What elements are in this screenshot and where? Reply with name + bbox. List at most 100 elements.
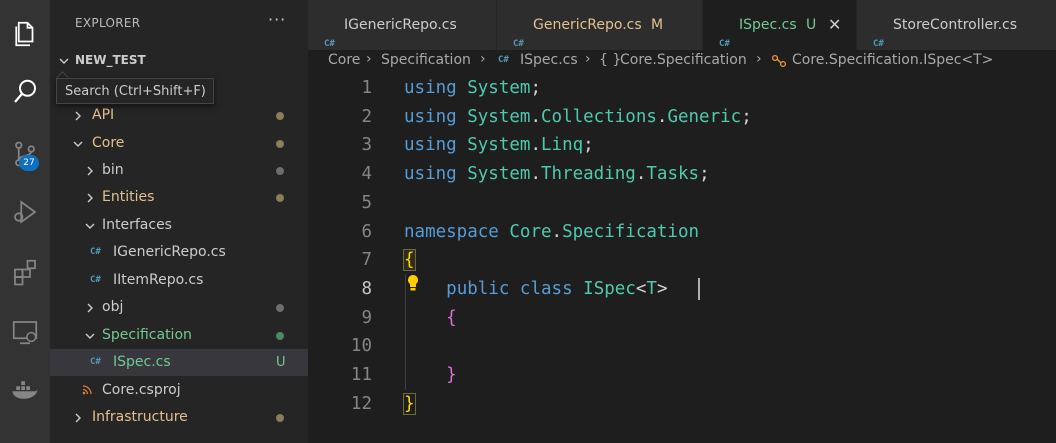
chevron-right-icon [75, 111, 81, 121]
source-control-badge: 27 [19, 155, 39, 171]
code-line: } [446, 365, 457, 385]
search-tooltip: Search (Ctrl+Shift+F) [56, 78, 214, 104]
tree-item-api[interactable]: API [50, 102, 308, 129]
chevron-down-icon [85, 333, 95, 339]
tree-item-specification[interactable]: Specification [50, 322, 308, 349]
csharp-file-icon: C# [90, 247, 101, 257]
tree-item-obj[interactable]: obj [50, 294, 308, 321]
tree-item-interfaces[interactable]: Interfaces [50, 212, 308, 239]
modified-status: M [651, 17, 664, 33]
ignored-dot [276, 304, 284, 312]
line-number: 6 [361, 221, 372, 242]
untracked-dot [276, 332, 284, 340]
breadcrumb-item[interactable]: ISpec.cs [520, 52, 578, 68]
code-line: using System.Threading.Tasks; [404, 164, 710, 185]
tab-label: GenericRepo.cs [533, 17, 642, 33]
code-editor[interactable]: 1 2 3 4 5 6 7 8 9 10 11 12 using System;… [308, 74, 1056, 443]
chevron-down-icon [59, 58, 69, 64]
tree-item-core[interactable]: Core [50, 130, 308, 157]
line-number: 1 [361, 78, 372, 98]
tab-igenericrepo[interactable]: C# IGenericRepo.cs [308, 0, 496, 50]
tab-label: StoreController.cs [893, 17, 1018, 33]
source-control-icon[interactable]: 27 [0, 130, 50, 178]
line-number: 5 [361, 192, 372, 213]
tree-item-label: IItemRepo.cs [113, 272, 204, 288]
workspace-root[interactable]: NEW_TEST [50, 47, 308, 74]
tree-item-entities[interactable]: Entities [50, 184, 308, 211]
tree-item-bin[interactable]: bin [50, 157, 308, 184]
tree-item-label: ISpec.cs [113, 354, 171, 370]
untracked-status: U [806, 17, 817, 33]
activity-bar: 27 [0, 0, 50, 443]
code-line-current: public class ISpec<T> [446, 278, 668, 299]
tree-item-label: Interfaces [102, 217, 172, 233]
lightbulb-icon[interactable] [406, 274, 420, 292]
tree-item-label: IGenericRepo.cs [113, 244, 226, 260]
chevron-right-icon: › [366, 51, 372, 67]
search-icon[interactable] [0, 68, 50, 116]
tree-item-label: Infrastructure [92, 409, 188, 425]
tree-item-label: Specification [102, 327, 192, 343]
tab-genericrepo[interactable]: C# GenericRepo.cs M [497, 0, 702, 50]
more-actions-button[interactable]: ··· [268, 10, 286, 29]
tree-item-label: Entities [102, 189, 155, 205]
chevron-right-icon [87, 166, 93, 176]
tree-item-label: bin [102, 162, 124, 178]
chevron-right-icon [87, 193, 93, 203]
tree-item-label: API [92, 107, 115, 123]
chevron-right-icon: › [756, 51, 762, 67]
code-line: namespace Core.Specification [404, 221, 700, 242]
class-icon [771, 54, 787, 68]
tree-item-igenericrepo[interactable]: C# IGenericRepo.cs [50, 239, 308, 266]
line-number: 10 [350, 336, 372, 357]
tab-bar: C# IGenericRepo.cs C# GenericRepo.cs M C… [308, 0, 1056, 50]
code-line: { [446, 307, 457, 328]
breadcrumb-item[interactable]: Core.Specification [620, 52, 747, 68]
code-line: using System.Collections.Generic; [404, 106, 752, 127]
close-icon[interactable]: ✕ [828, 0, 841, 50]
docker-icon[interactable] [0, 366, 50, 414]
namespace-icon: { } [599, 52, 622, 68]
untracked-status: U [276, 355, 286, 370]
line-number: 2 [361, 106, 372, 127]
tab-storecontroller[interactable]: C# StoreController.cs [857, 0, 1056, 50]
chevron-right-icon [75, 413, 81, 423]
tree-item-core-csproj[interactable]: Core.csproj [50, 377, 308, 404]
tab-label: ISpec.cs [739, 17, 797, 33]
tree-item-label: obj [102, 299, 124, 315]
explorer-icon[interactable] [0, 10, 50, 58]
extensions-icon[interactable] [0, 248, 50, 296]
line-number: 4 [361, 164, 372, 185]
tree-item-ispec[interactable]: C# ISpec.cs U [50, 349, 308, 376]
chevron-down-icon [85, 223, 95, 229]
run-debug-icon[interactable] [0, 188, 50, 236]
rss-file-icon [82, 385, 92, 395]
csharp-file-icon: C# [498, 55, 509, 65]
chevron-right-icon: › [585, 51, 591, 67]
line-number: 3 [361, 135, 372, 156]
breadcrumb-item[interactable]: Specification [381, 52, 471, 68]
ignored-dot [276, 167, 284, 175]
workspace-root-label: NEW_TEST [75, 53, 146, 67]
tree-item-iitemrepo[interactable]: C# IItemRepo.cs [50, 267, 308, 294]
breadcrumb: Core › Specification › C# ISpec.cs › { }… [308, 50, 1056, 72]
code-line: using System; [404, 78, 541, 98]
line-number: 7 [361, 250, 372, 271]
line-number: 11 [350, 365, 372, 385]
line-number-current: 8 [361, 278, 372, 299]
csharp-file-icon: C# [90, 357, 101, 367]
modified-dot [276, 194, 284, 202]
breadcrumb-item[interactable]: Core [328, 52, 360, 68]
code-line: using System.Linq; [404, 135, 594, 156]
tab-ispec[interactable]: C# ISpec.cs U ✕ [703, 0, 856, 50]
chevron-right-icon [87, 303, 93, 313]
line-number: 9 [361, 307, 372, 328]
remote-explorer-icon[interactable] [0, 308, 50, 356]
tree-item-label: Core.csproj [102, 382, 181, 398]
text-cursor [698, 278, 700, 300]
code-line: { [403, 249, 416, 272]
tab-label: IGenericRepo.cs [344, 17, 457, 33]
tree-item-infrastructure[interactable]: Infrastructure [50, 404, 308, 431]
chevron-right-icon: › [480, 51, 486, 67]
breadcrumb-item[interactable]: Core.Specification.ISpec<T> [792, 52, 993, 68]
